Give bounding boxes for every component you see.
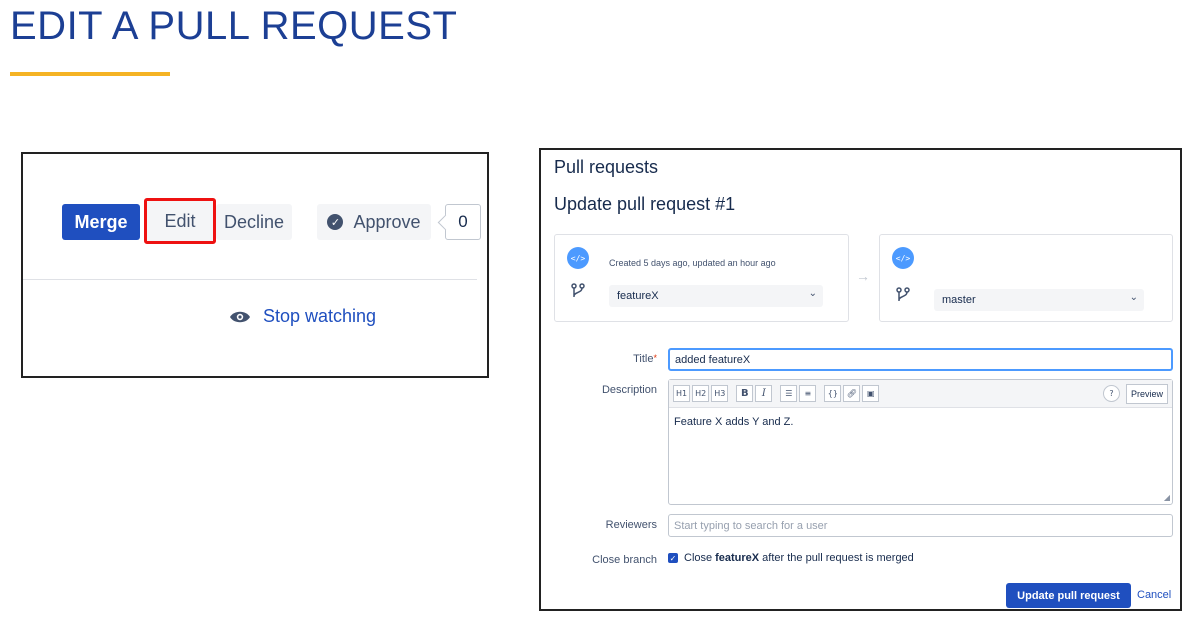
code-repo-icon: </> [892,247,914,269]
required-mark: * [653,353,657,363]
check-circle-icon: ✓ [327,214,344,230]
close-branch-option: ✓ Close featureX after the pull request … [668,552,914,564]
help-icon[interactable]: ? [1103,385,1120,402]
destination-branch-value: master [942,294,976,306]
chevron-down-icon: ⌄ [1129,292,1138,303]
description-text: Feature X adds Y and Z. [674,416,794,428]
close-suffix: after the pull request is merged [762,552,914,564]
code-block-icon[interactable]: {} [824,385,842,402]
created-info: Created 5 days ago, updated an hour ago [609,258,776,268]
close-branch-checkbox[interactable]: ✓ [668,553,678,563]
title-label-text: Title [633,353,654,365]
reviewers-input[interactable]: Start typing to search for a user [668,514,1173,537]
source-branch-select[interactable]: featureX ⌄ [609,285,823,307]
cancel-button[interactable]: Cancel [1137,589,1171,601]
divider [23,279,477,280]
page-title: Update pull request #1 [554,194,736,214]
preview-button[interactable]: Preview [1125,384,1168,404]
italic-button[interactable]: I [755,385,773,402]
approve-label: Approve [353,211,421,232]
title-label: Title* [547,353,657,365]
bold-button[interactable]: B [736,385,754,402]
branch-icon [896,287,910,301]
edit-button[interactable]: Edit [144,198,216,244]
description-label: Description [601,384,657,396]
code-repo-icon: </> [567,247,589,269]
image-icon[interactable]: ▣ [862,385,880,402]
editor-toolbar: H1 H2 H3 B I ☰ ≡ {} 🔗︎ ▣ ? Preview [669,380,1172,408]
approve-count-badge: 0 [445,204,481,240]
heading2-button[interactable]: H2 [692,385,710,402]
branch-icon [571,283,585,297]
eye-icon [230,311,250,322]
merge-button[interactable]: Merge [62,204,140,240]
slide-title: EDIT A PULL REQUEST [10,4,458,48]
description-editor[interactable]: H1 H2 H3 B I ☰ ≡ {} 🔗︎ ▣ ? Preview Featu… [668,379,1173,505]
destination-branch-box: </> master ⌄ [879,234,1173,322]
title-underline [10,72,170,76]
chevron-down-icon: ⌄ [808,288,817,299]
close-branch-name: featureX [715,552,760,564]
title-input[interactable]: added featureX [668,348,1173,371]
link-icon[interactable]: 🔗︎ [843,385,861,402]
bullet-list-icon[interactable]: ☰ [780,385,798,402]
heading3-button[interactable]: H3 [711,385,729,402]
update-pr-panel: Pull requests Update pull request #1 </>… [539,148,1182,611]
heading1-button[interactable]: H1 [673,385,691,402]
arrow-right-icon: → [856,268,870,284]
breadcrumb-pull-requests[interactable]: Pull requests [554,157,658,178]
resize-handle-icon[interactable]: ◢ [1164,493,1170,502]
source-branch-value: featureX [617,290,659,302]
numbered-list-icon[interactable]: ≡ [799,385,817,402]
update-pull-request-button[interactable]: Update pull request [1006,583,1131,608]
stop-watching-label: Stop watching [263,306,377,326]
close-prefix: Close [684,552,713,564]
destination-branch-select[interactable]: master ⌄ [934,289,1144,311]
stop-watching-link[interactable]: Stop watching [229,306,376,327]
approve-button[interactable]: ✓ Approve [317,204,431,240]
decline-button[interactable]: Decline [216,204,292,240]
source-branch-box: </> Created 5 days ago, updated an hour … [554,234,849,322]
close-branch-label: Close branch [592,554,657,566]
pr-actions-panel: Merge Edit Decline ✓ Approve 0 Stop watc… [21,152,489,378]
reviewers-label: Reviewers [605,519,657,531]
